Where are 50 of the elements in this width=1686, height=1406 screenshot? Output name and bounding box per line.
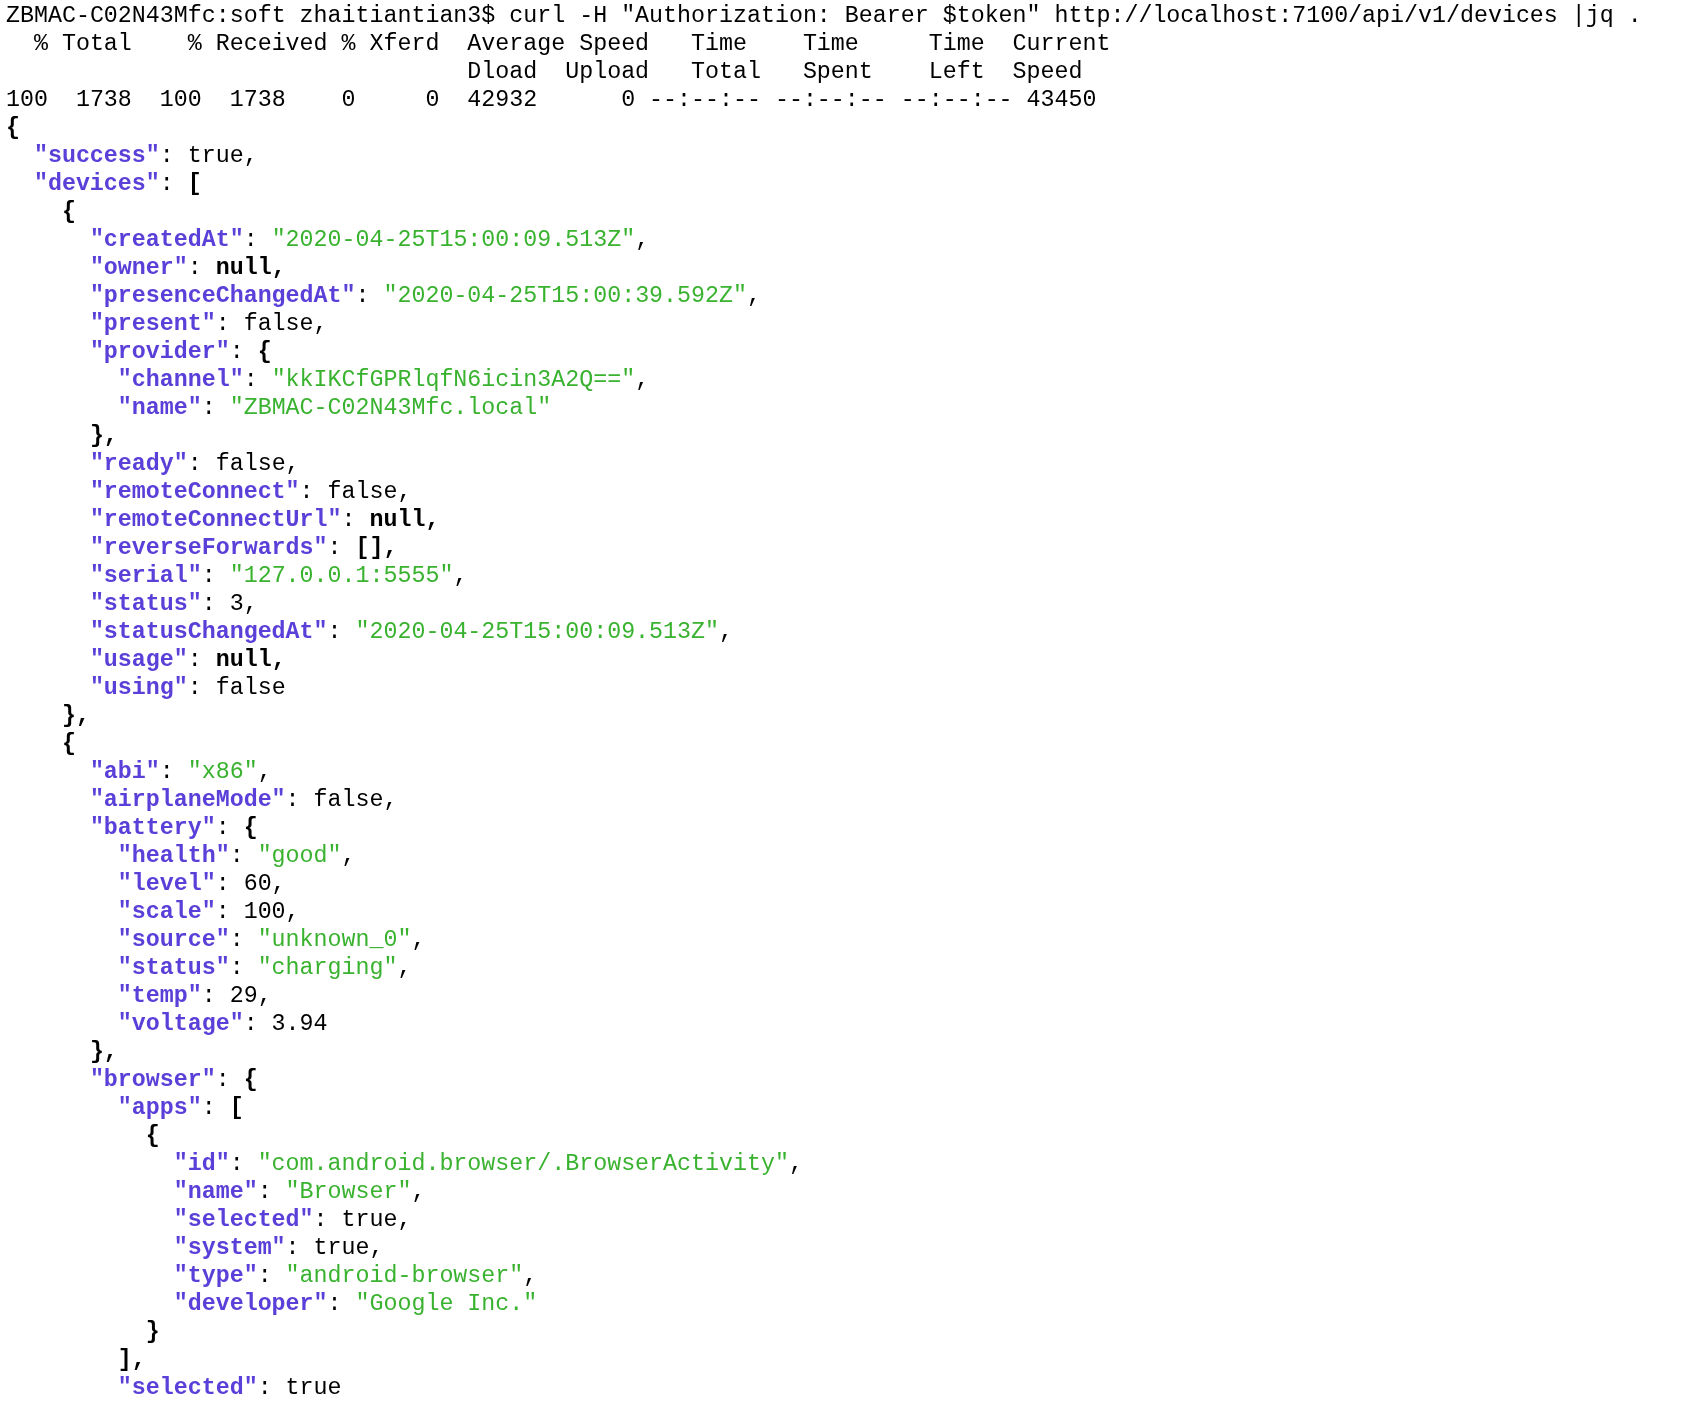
json-line: "using": false — [89, 674, 286, 702]
json-line: "level": 60, — [117, 870, 286, 898]
json-line: "temp": 29, — [117, 982, 272, 1010]
json-line: "createdAt": "2020-04-25T15:00:09.513Z", — [89, 226, 650, 254]
json-line: "presenceChangedAt": "2020-04-25T15:00:39.592Z", — [89, 282, 761, 310]
json-line: "voltage": 3.94 — [117, 1010, 328, 1038]
json-line: { — [6, 114, 20, 142]
json-line: "selected": true, — [173, 1206, 412, 1234]
json-line: "remoteConnect": false, — [89, 478, 412, 506]
json-line: { — [145, 1122, 160, 1150]
curl-progress-line: 100 1738 100 1738 0 0 42932 0 --:--:-- --:--:-- --:--:-- 43450 — [6, 86, 1097, 114]
json-line: "battery": { — [89, 814, 258, 842]
json-line: "remoteConnectUrl": null, — [89, 506, 440, 534]
curl-progress-line: Dload Upload Total Spent Left Speed — [466, 58, 1083, 86]
json-line: "name": "ZBMAC-C02N43Mfc.local" — [117, 394, 552, 422]
json-line: "present": false, — [89, 310, 328, 338]
json-line: }, — [89, 1038, 118, 1066]
json-line: "health": "good", — [117, 842, 356, 870]
json-line: "success": true, — [33, 142, 258, 170]
json-line: "browser": { — [89, 1066, 258, 1094]
json-line: "statusChangedAt": "2020-04-25T15:00:09.513Z", — [89, 618, 733, 646]
json-line: { — [61, 730, 76, 758]
json-line: "status": 3, — [89, 590, 258, 618]
json-line: "system": true, — [173, 1234, 384, 1262]
json-line: "type": "android-browser", — [173, 1262, 538, 1290]
json-line: "scale": 100, — [117, 898, 300, 926]
json-line: "source": "unknown_0", — [117, 926, 426, 954]
json-line: "selected": true — [117, 1374, 342, 1402]
json-line: "serial": "127.0.0.1:5555", — [89, 562, 468, 590]
json-line: "id": "com.android.browser/.BrowserActivity", — [173, 1150, 803, 1178]
json-line: { — [61, 198, 76, 226]
json-line: "apps": [ — [117, 1094, 244, 1122]
json-line: "reverseForwards": [], — [89, 534, 398, 562]
json-line: "developer": "Google Inc." — [173, 1290, 538, 1318]
json-line: "provider": { — [89, 338, 272, 366]
json-line: "status": "charging", — [117, 954, 412, 982]
json-line: "name": "Browser", — [173, 1178, 426, 1206]
json-line: "abi": "x86", — [89, 758, 272, 786]
json-line: ], — [117, 1346, 146, 1374]
json-line: }, — [89, 422, 118, 450]
json-line: }, — [61, 702, 90, 730]
json-line: "channel": "kkIKCfGPRlqfN6icin3A2Q==", — [117, 366, 650, 394]
json-line: } — [145, 1318, 160, 1346]
json-line: "airplaneMode": false, — [89, 786, 398, 814]
json-line: "usage": null, — [89, 646, 286, 674]
command-line: ZBMAC-C02N43Mfc:soft zhaitiantian3$ curl -H "Authorization: Bearer $token" http://localhost:7100/api/v1/devices |jq . — [6, 2, 1642, 30]
json-line: "owner": null, — [89, 254, 286, 282]
json-line: "devices": [ — [33, 170, 202, 198]
json-line: "ready": false, — [89, 450, 300, 478]
curl-progress-line: % Total % Received % Xferd Average Speed Time Time Time Current — [32, 30, 1111, 58]
